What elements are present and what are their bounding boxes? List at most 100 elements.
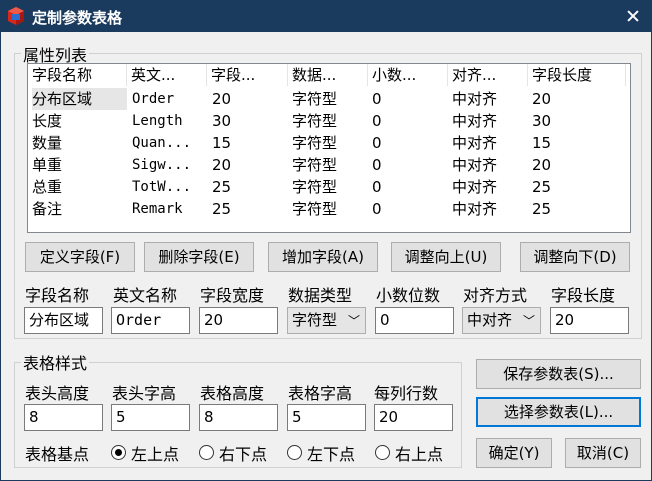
cell-type: 字符型: [292, 90, 338, 108]
cell-name: 分布区域: [32, 88, 127, 110]
delete-field-button[interactable]: 删除字段(E): [144, 242, 254, 272]
rows-per-col-input[interactable]: 20: [374, 404, 453, 431]
window-title: 定制参数表格: [32, 9, 123, 27]
cell-type: 字符型: [292, 134, 338, 152]
rows-per-col-label: 每列行数: [374, 384, 439, 403]
cell-en-name: Order: [132, 91, 175, 107]
cell-decimals: 0: [372, 200, 382, 218]
cell-align: 中对齐: [452, 178, 498, 196]
base-point-label: 表格基点: [25, 445, 90, 464]
radio-top-right[interactable]: [375, 445, 390, 460]
data-type-label: 数据类型: [288, 286, 353, 305]
cell-length: 15: [532, 134, 552, 152]
header-col-align[interactable]: 对齐...: [448, 64, 528, 86]
cell-type: 字符型: [292, 112, 338, 130]
radio-bottom-right[interactable]: [199, 445, 214, 460]
cell-width: 30: [212, 112, 232, 130]
cell-width: 20: [212, 156, 232, 174]
ok-button[interactable]: 确定(Y): [476, 438, 552, 468]
cell-type: 字符型: [292, 178, 338, 196]
add-field-button[interactable]: 增加字段(A): [268, 242, 378, 272]
cell-length: 25: [532, 200, 552, 218]
list-row[interactable]: 单重 Sigw... 20 字符型 0 中对齐 20: [28, 154, 630, 176]
field-name-label: 字段名称: [25, 286, 90, 305]
align-select[interactable]: 中对齐 ﹀: [462, 307, 541, 334]
en-name-input[interactable]: Order: [111, 307, 190, 334]
list-row[interactable]: 长度 Length 30 字符型 0 中对齐 30: [28, 110, 630, 132]
cell-align: 中对齐: [452, 90, 498, 108]
radio-label-bottom-right[interactable]: 右下点: [219, 441, 267, 465]
header-col-en-name[interactable]: 英文...: [127, 64, 207, 86]
data-type-select[interactable]: 字符型 ﹀: [287, 307, 366, 334]
cell-align: 中对齐: [452, 156, 498, 174]
radio-label-top-left[interactable]: 左上点: [131, 441, 179, 465]
decimals-input[interactable]: 0: [375, 307, 454, 334]
field-width-input[interactable]: 20: [199, 307, 278, 334]
define-field-button[interactable]: 定义字段(F): [25, 242, 135, 272]
table-height-label: 表格高度: [200, 384, 265, 403]
cell-align: 中对齐: [452, 200, 498, 218]
cell-width: 25: [212, 178, 232, 196]
title-bar: 定制参数表格: [0, 0, 652, 32]
list-row[interactable]: 总重 TotW... 25 字符型 0 中对齐 25: [28, 176, 630, 198]
table-font-input[interactable]: 5: [287, 404, 366, 431]
header-col-decimals[interactable]: 小数...: [368, 64, 448, 86]
field-length-input[interactable]: 20: [550, 307, 629, 334]
move-up-button[interactable]: 调整向上(U): [391, 242, 501, 272]
cell-en-name: Length: [132, 113, 183, 129]
cell-type: 字符型: [292, 200, 338, 218]
cell-decimals: 0: [372, 178, 382, 196]
en-name-label: 英文名称: [113, 286, 178, 305]
cell-decimals: 0: [372, 134, 382, 152]
list-header: 字段名称 英文... 字段... 数据... 小数... 对齐... 字段长度: [28, 64, 630, 86]
cell-width: 20: [212, 90, 232, 108]
head-font-label: 表头字高: [112, 384, 177, 403]
cell-en-name: Quan...: [132, 135, 192, 151]
header-col-width[interactable]: 字段...: [207, 64, 288, 86]
field-list[interactable]: 字段名称 英文... 字段... 数据... 小数... 对齐... 字段长度 …: [27, 63, 631, 233]
radio-top-left[interactable]: [111, 445, 126, 460]
table-style-legend: 表格样式: [21, 350, 90, 374]
cell-name: 单重: [32, 156, 63, 174]
cell-en-name: Sigw...: [132, 157, 192, 173]
align-label: 对齐方式: [463, 286, 528, 305]
cell-decimals: 0: [372, 112, 382, 130]
save-params-button[interactable]: 保存参数表(S)...: [476, 359, 641, 389]
close-icon[interactable]: [612, 0, 652, 32]
cell-name: 总重: [32, 178, 63, 196]
head-font-input[interactable]: 5: [111, 404, 190, 431]
radio-label-top-right[interactable]: 右上点: [395, 441, 443, 465]
table-font-label: 表格字高: [288, 384, 353, 403]
table-height-input[interactable]: 8: [199, 404, 278, 431]
header-col-type[interactable]: 数据...: [288, 64, 368, 86]
cell-width: 15: [212, 134, 232, 152]
cell-decimals: 0: [372, 156, 382, 174]
app-cube-icon: [8, 7, 24, 25]
select-params-button[interactable]: 选择参数表(L)...: [476, 397, 641, 427]
cell-align: 中对齐: [452, 134, 498, 152]
cell-length: 20: [532, 90, 552, 108]
list-row[interactable]: 数量 Quan... 15 字符型 0 中对齐 15: [28, 132, 630, 154]
radio-label-bottom-left[interactable]: 左下点: [307, 441, 355, 465]
cell-width: 25: [212, 200, 232, 218]
cell-en-name: Remark: [132, 201, 183, 217]
data-type-value: 字符型: [292, 311, 338, 329]
cell-align: 中对齐: [452, 112, 498, 130]
field-length-label: 字段长度: [551, 286, 616, 305]
cancel-button[interactable]: 取消(C): [565, 438, 641, 468]
cell-name: 长度: [32, 112, 63, 130]
decimals-label: 小数位数: [376, 286, 441, 305]
cell-length: 25: [532, 178, 552, 196]
head-height-input[interactable]: 8: [24, 404, 103, 431]
list-row[interactable]: 备注 Remark 25 字符型 0 中对齐 25: [28, 198, 630, 220]
field-name-input[interactable]: 分布区域: [24, 307, 103, 334]
header-col-length[interactable]: 字段长度: [528, 64, 626, 86]
list-row[interactable]: 分布区域 Order 20 字符型 0 中对齐 20: [28, 88, 630, 110]
cell-length: 20: [532, 156, 552, 174]
header-col-name[interactable]: 字段名称: [28, 64, 127, 86]
cell-en-name: TotW...: [132, 179, 192, 195]
move-down-button[interactable]: 调整向下(D): [520, 242, 630, 272]
radio-bottom-left[interactable]: [287, 445, 302, 460]
chevron-down-icon: ﹀: [347, 314, 360, 328]
field-width-label: 字段宽度: [200, 286, 265, 305]
